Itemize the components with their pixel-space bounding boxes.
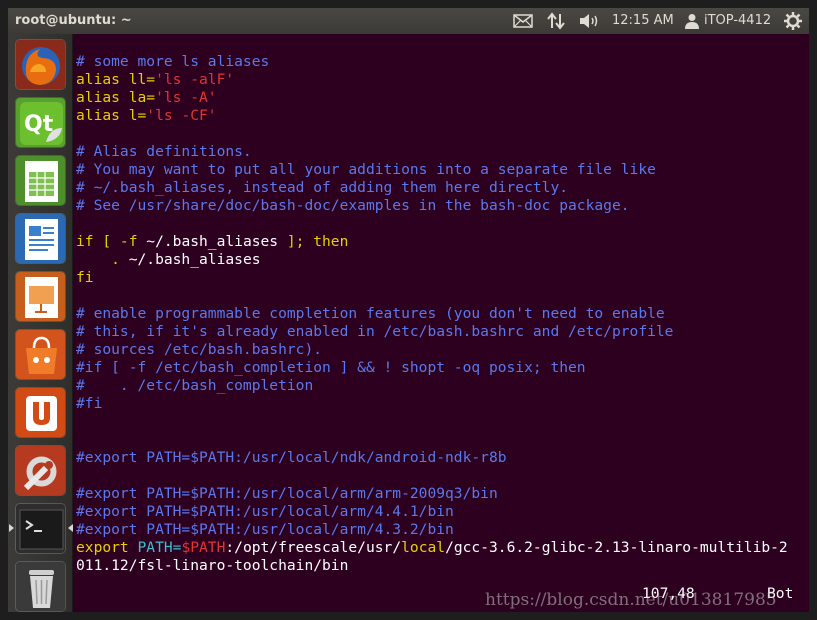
top-panel: root@ubuntu: ~ 12:15 AM iTOP-4412 (8, 8, 809, 34)
terminal-segment: 'ls -alF' (155, 71, 235, 88)
terminal-line: #export PATH=$PATH:/usr/local/arm/4.4.1/… (76, 503, 788, 521)
libreoffice-impress-icon[interactable] (15, 271, 66, 322)
window-title: root@ubuntu: ~ (15, 13, 132, 28)
terminal-icon[interactable] (15, 503, 66, 554)
terminal-segment: export (76, 539, 138, 556)
terminal-line: #fi (76, 395, 788, 413)
terminal-text[interactable]: # some more ls aliases alias ll='ls -alF'… (76, 53, 788, 575)
terminal-line: alias ll='ls -alF' (76, 71, 788, 89)
qt-creator-icon[interactable]: Qt (15, 97, 66, 148)
terminal-line: # this, if it's already enabled in /etc/… (76, 323, 788, 341)
terminal-segment: # this, if it's already enabled in /etc/… (76, 323, 674, 340)
gear-icon[interactable] (784, 8, 802, 34)
network-transfer-icon[interactable] (547, 8, 565, 34)
terminal-segment: #export PATH=$PATH:/usr/local/arm/4.3.2/… (76, 521, 454, 538)
terminal-segment: alias la= (76, 89, 156, 106)
terminal-segment: # some more ls aliases (76, 53, 270, 70)
terminal-segment: local (401, 539, 446, 556)
svg-text:Qt: Qt (24, 112, 54, 137)
terminal-segment: if [ -f (76, 233, 147, 250)
terminal-segment: # . /etc/bash_completion (76, 377, 314, 394)
terminal-line: # ~/.bash_aliases, instead of adding the… (76, 179, 788, 197)
terminal-segment: #if [ -f /etc/bash_completion ] && ! sho… (76, 359, 586, 376)
terminal-line: #export PATH=$PATH:/usr/local/arm/arm-20… (76, 485, 788, 503)
focus-indicator (68, 524, 73, 532)
terminal-segment: 'ls -CF' (146, 107, 217, 124)
terminal-segment: #export PATH=$PATH:/usr/local/arm/4.4.1/… (76, 503, 454, 520)
terminal-line: #export PATH=$PATH:/usr/local/ndk/androi… (76, 449, 788, 467)
desktop-frame: root@ubuntu: ~ 12:15 AM iTOP-4412 Qt # s… (8, 8, 809, 612)
terminal-segment: . (76, 251, 129, 268)
terminal-segment: 'ls -A' (155, 89, 217, 106)
ubuntu-software-center-icon[interactable] (15, 329, 66, 380)
volume-icon[interactable] (579, 8, 601, 34)
clock[interactable]: 12:15 AM (612, 8, 674, 34)
terminal-line: export PATH=$PATH:/opt/freescale/usr/loc… (76, 539, 788, 557)
terminal-line: alias l='ls -CF' (76, 107, 788, 125)
terminal-segment: # You may want to put all your additions… (76, 161, 656, 178)
terminal-segment: alias ll= (76, 71, 156, 88)
terminal-segment: 011.12/fsl-linaro-toolchain/bin (76, 557, 349, 574)
terminal-segment: # See /usr/share/doc/bash-doc/examples i… (76, 197, 630, 214)
running-indicator (9, 524, 14, 532)
terminal-segment: # enable programmable completion feature… (76, 305, 665, 322)
terminal-line: #export PATH=$PATH:/usr/local/arm/4.3.2/… (76, 521, 788, 539)
terminal-segment: ~/.bash_aliases (128, 251, 261, 268)
terminal-segment: # sources /etc/bash.bashrc). (76, 341, 323, 358)
terminal-segment: fi (76, 269, 94, 286)
username[interactable]: iTOP-4412 (704, 8, 771, 34)
terminal-segment: # ~/.bash_aliases, instead of adding the… (76, 179, 569, 196)
terminal-line: alias la='ls -A' (76, 89, 788, 107)
terminal-line: if [ -f ~/.bash_aliases ]; then (76, 233, 788, 251)
terminal-line: . ~/.bash_aliases (76, 251, 788, 269)
terminal-window[interactable]: # some more ls aliases alias ll='ls -alF'… (74, 34, 809, 612)
libreoffice-writer-icon[interactable] (15, 213, 66, 264)
firefox-icon[interactable] (15, 39, 66, 90)
terminal-line: # Alias definitions. (76, 143, 788, 161)
watermark: https://blog.csdn.net/u013817985 (485, 590, 777, 610)
terminal-segment: #export PATH=$PATH:/usr/local/ndk/androi… (76, 449, 507, 466)
terminal-segment: /gcc-3.6.2-glibc-2.13-linaro-multilib-2 (445, 539, 788, 556)
terminal-line: # some more ls aliases (76, 53, 788, 71)
user-icon[interactable] (685, 8, 699, 34)
terminal-segment: $PATH (181, 539, 226, 556)
terminal-line: # See /usr/share/doc/bash-doc/examples i… (76, 197, 788, 215)
terminal-line: # sources /etc/bash.bashrc). (76, 341, 788, 359)
terminal-line: #if [ -f /etc/bash_completion ] && ! sho… (76, 359, 788, 377)
terminal-line: # enable programmable completion feature… (76, 305, 788, 323)
terminal-line: 011.12/fsl-linaro-toolchain/bin (76, 557, 788, 575)
terminal-segment: ]; then (278, 233, 349, 250)
libreoffice-calc-icon[interactable] (15, 155, 66, 206)
mail-icon[interactable] (513, 8, 533, 34)
terminal-segment: # Alias definitions. (76, 143, 252, 160)
terminal-segment: #fi (76, 395, 103, 412)
ubuntu-one-icon[interactable] (15, 387, 66, 438)
launcher: Qt (8, 34, 73, 612)
trash-icon[interactable] (15, 561, 66, 612)
terminal-line: # You may want to put all your additions… (76, 161, 788, 179)
terminal-line: # . /etc/bash_completion (76, 377, 788, 395)
terminal-segment: alias l= (76, 107, 147, 124)
system-settings-icon[interactable] (15, 445, 66, 496)
terminal-line: fi (76, 269, 788, 287)
terminal-segment: ~/.bash_aliases (146, 233, 279, 250)
terminal-segment: PATH= (137, 539, 182, 556)
terminal-segment: :/opt/freescale/usr/ (225, 539, 402, 556)
terminal-segment: #export PATH=$PATH:/usr/local/arm/arm-20… (76, 485, 498, 502)
